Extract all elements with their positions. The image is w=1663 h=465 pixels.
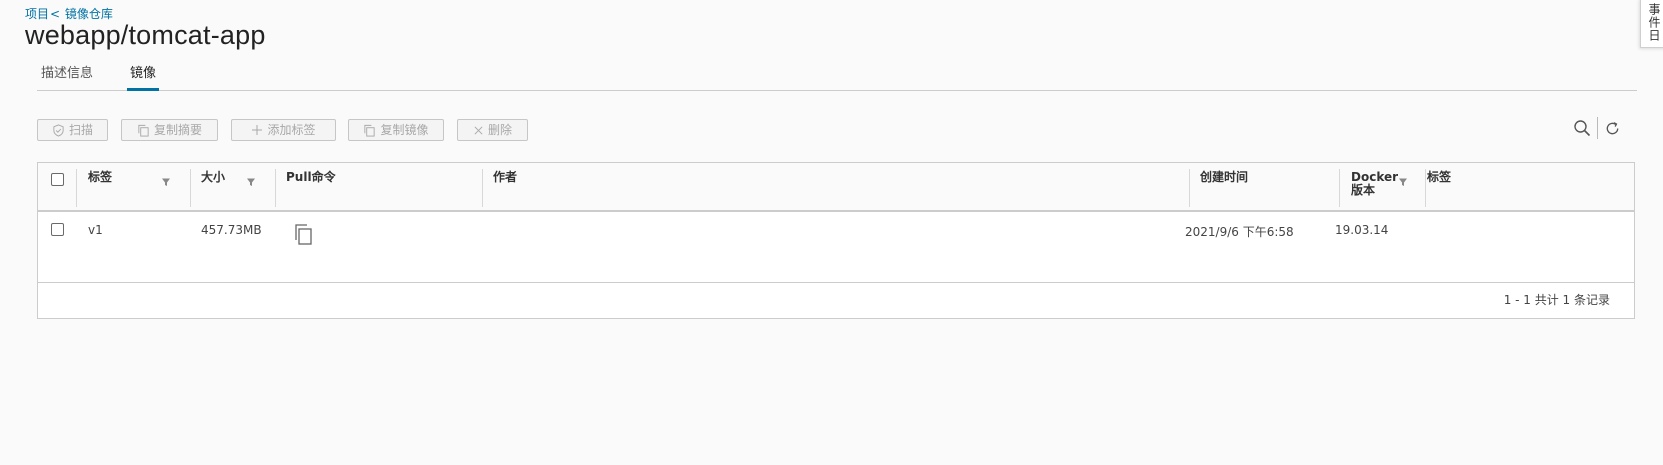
search-icon[interactable]: [1573, 119, 1591, 137]
column-header-pull[interactable]: Pull命令: [286, 171, 336, 184]
add-label-label: 添加标签: [267, 123, 316, 137]
column-separator: [1339, 169, 1340, 207]
breadcrumb-project-link[interactable]: 项目: [25, 7, 49, 21]
add-label-button[interactable]: 添加标签: [231, 119, 336, 141]
copy-digest-label: 复制摘要: [153, 123, 202, 137]
column-separator: [482, 169, 483, 207]
table-row[interactable]: v1 457.73MB 2021/9/6 下午6:58 19.03.14: [38, 212, 1634, 283]
copy-icon: [137, 124, 150, 137]
breadcrumb-repositories-link[interactable]: 镜像仓库: [65, 7, 113, 21]
delete-button[interactable]: 删除: [457, 119, 528, 141]
tool-divider: [1597, 117, 1598, 139]
scan-button[interactable]: 扫描: [37, 119, 108, 141]
copy-image-button[interactable]: 复制镜像: [348, 119, 444, 141]
filter-icon[interactable]: [161, 177, 171, 187]
copy-digest-button[interactable]: 复制摘要: [121, 119, 218, 141]
column-header-labels[interactable]: 标签: [1427, 171, 1451, 184]
column-header-created[interactable]: 创建时间: [1200, 171, 1248, 184]
datagrid-header: 标签 大小 Pull命令 作者 创建时间 Docker 版本 标签: [38, 163, 1634, 212]
scan-button-label: 扫描: [68, 123, 93, 137]
event-panel-label: 事件日: [1647, 3, 1661, 42]
refresh-icon[interactable]: [1604, 120, 1621, 137]
cell-size: 457.73MB: [201, 223, 262, 237]
page-title: webapp/tomcat-app: [25, 20, 266, 50]
breadcrumb-separator: <: [50, 7, 61, 21]
column-separator: [190, 169, 191, 207]
shield-check-icon: [52, 123, 65, 137]
cell-docker-version: 19.03.14: [1335, 223, 1389, 237]
column-header-author[interactable]: 作者: [493, 171, 517, 184]
column-header-size[interactable]: 大小: [201, 171, 225, 184]
docker-version-line2: 版本: [1351, 183, 1376, 197]
tab-images[interactable]: 镜像: [127, 64, 160, 91]
copy-icon[interactable]: [293, 223, 313, 245]
pagination-summary: 1 - 1 共计 1 条记录: [1503, 293, 1610, 307]
close-icon: [473, 125, 484, 136]
tab-bar: 描述信息 镜像: [37, 64, 1637, 91]
column-separator: [275, 169, 276, 207]
column-header-docker-version[interactable]: Docker 版本: [1351, 171, 1398, 197]
copy-image-label: 复制镜像: [380, 123, 429, 137]
column-separator: [1189, 169, 1190, 207]
column-header-tag[interactable]: 标签: [88, 171, 112, 184]
select-all-checkbox[interactable]: [51, 173, 64, 186]
grid-tools: [1573, 115, 1621, 141]
filter-icon[interactable]: [246, 177, 256, 187]
row-checkbox[interactable]: [51, 223, 64, 236]
column-separator: [1425, 169, 1426, 207]
images-datagrid: 标签 大小 Pull命令 作者 创建时间 Docker 版本 标签 v1 457…: [37, 162, 1635, 319]
column-separator: [76, 169, 77, 207]
copy-icon: [363, 124, 376, 137]
event-panel-tab[interactable]: 事件日: [1640, 0, 1663, 48]
cell-created: 2021/9/6 下午6:58: [1185, 225, 1294, 239]
delete-label: 删除: [487, 123, 512, 137]
plus-icon: [251, 124, 263, 136]
filter-icon[interactable]: [1398, 177, 1408, 187]
tab-description[interactable]: 描述信息: [41, 64, 93, 88]
cell-tag[interactable]: v1: [88, 223, 103, 237]
page: 项目< 镜像仓库 webapp/tomcat-app 描述信息 镜像 扫描 复制…: [0, 0, 1663, 465]
